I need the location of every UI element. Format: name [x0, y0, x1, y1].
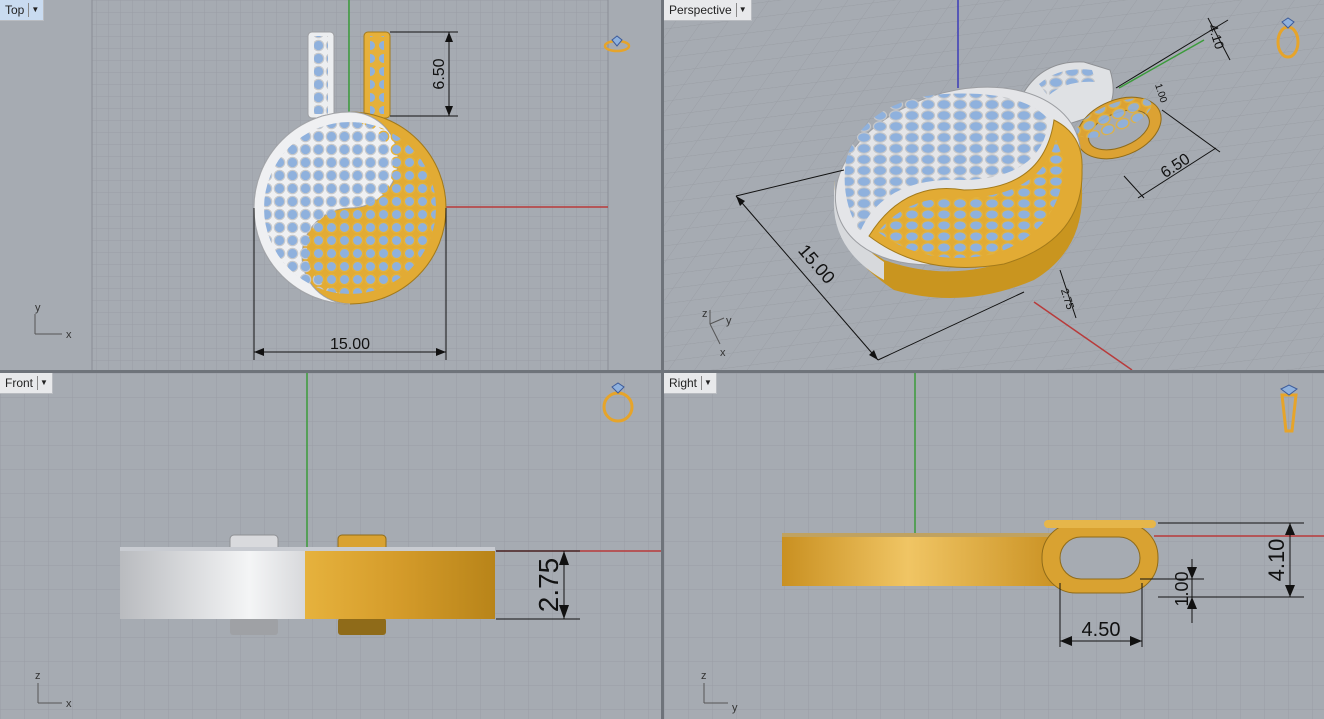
svg-text:x: x — [66, 329, 72, 341]
svg-text:x: x — [66, 698, 72, 710]
axis-indicator: y x — [34, 302, 72, 341]
dimension-bail-text: 6.50 — [431, 58, 448, 89]
viewport-perspective[interactable]: 15.00 6.50 4.10 2.75 1.00 z y x Perspect… — [664, 0, 1324, 370]
svg-text:z: z — [702, 308, 708, 320]
viewport-title: Top — [5, 3, 25, 17]
svg-text:x: x — [720, 347, 726, 359]
viewport-title: Perspective — [669, 3, 732, 17]
svg-text:y: y — [35, 302, 41, 314]
svg-text:z: z — [35, 670, 41, 682]
dimension-height-text: 4.10 — [1264, 539, 1289, 582]
viewport-label-top[interactable]: Top ▼ — [0, 0, 45, 21]
viewport-right[interactable]: 4.10 1.00 4.50 z y Right ▼ — [664, 373, 1324, 719]
perspective-canvas[interactable]: 15.00 6.50 4.10 2.75 1.00 z y x — [664, 0, 1324, 370]
chevron-down-icon[interactable]: ▼ — [37, 376, 50, 390]
front-canvas[interactable]: 2.75 z x — [0, 373, 661, 719]
viewport-title: Right — [669, 376, 698, 390]
grid — [0, 373, 661, 719]
bail-silver[interactable] — [307, 31, 335, 119]
chevron-down-icon[interactable]: ▼ — [28, 3, 41, 17]
viewport-title: Front — [5, 376, 34, 390]
svg-text:y: y — [726, 315, 732, 327]
viewport-label-front[interactable]: Front ▼ — [0, 373, 54, 394]
dimension-inner-text: 1.00 — [1172, 571, 1192, 606]
viewport-label-perspective[interactable]: Perspective ▼ — [664, 0, 752, 21]
chevron-down-icon[interactable]: ▼ — [701, 376, 714, 390]
viewport-label-right[interactable]: Right ▼ — [664, 373, 718, 394]
viewport-top[interactable]: 15.00 6.50 y x Top ▼ — [0, 0, 661, 370]
dimension-thickness-text: 2.75 — [533, 558, 564, 613]
top-canvas[interactable]: 15.00 6.50 y x — [0, 0, 661, 370]
dimension-width-text: 4.50 — [1082, 619, 1121, 641]
viewport-front[interactable]: 2.75 z x Front ▼ — [0, 373, 661, 719]
dimension-width-text: 15.00 — [330, 336, 370, 353]
pendant-yin-yang[interactable] — [253, 111, 447, 305]
bail-gold[interactable] — [363, 31, 391, 119]
svg-text:y: y — [732, 702, 738, 714]
ring-gem-icon[interactable] — [603, 35, 631, 53]
svg-text:z: z — [701, 670, 707, 682]
chevron-down-icon[interactable]: ▼ — [735, 3, 749, 17]
right-canvas[interactable]: 4.10 1.00 4.50 z y — [664, 373, 1324, 719]
